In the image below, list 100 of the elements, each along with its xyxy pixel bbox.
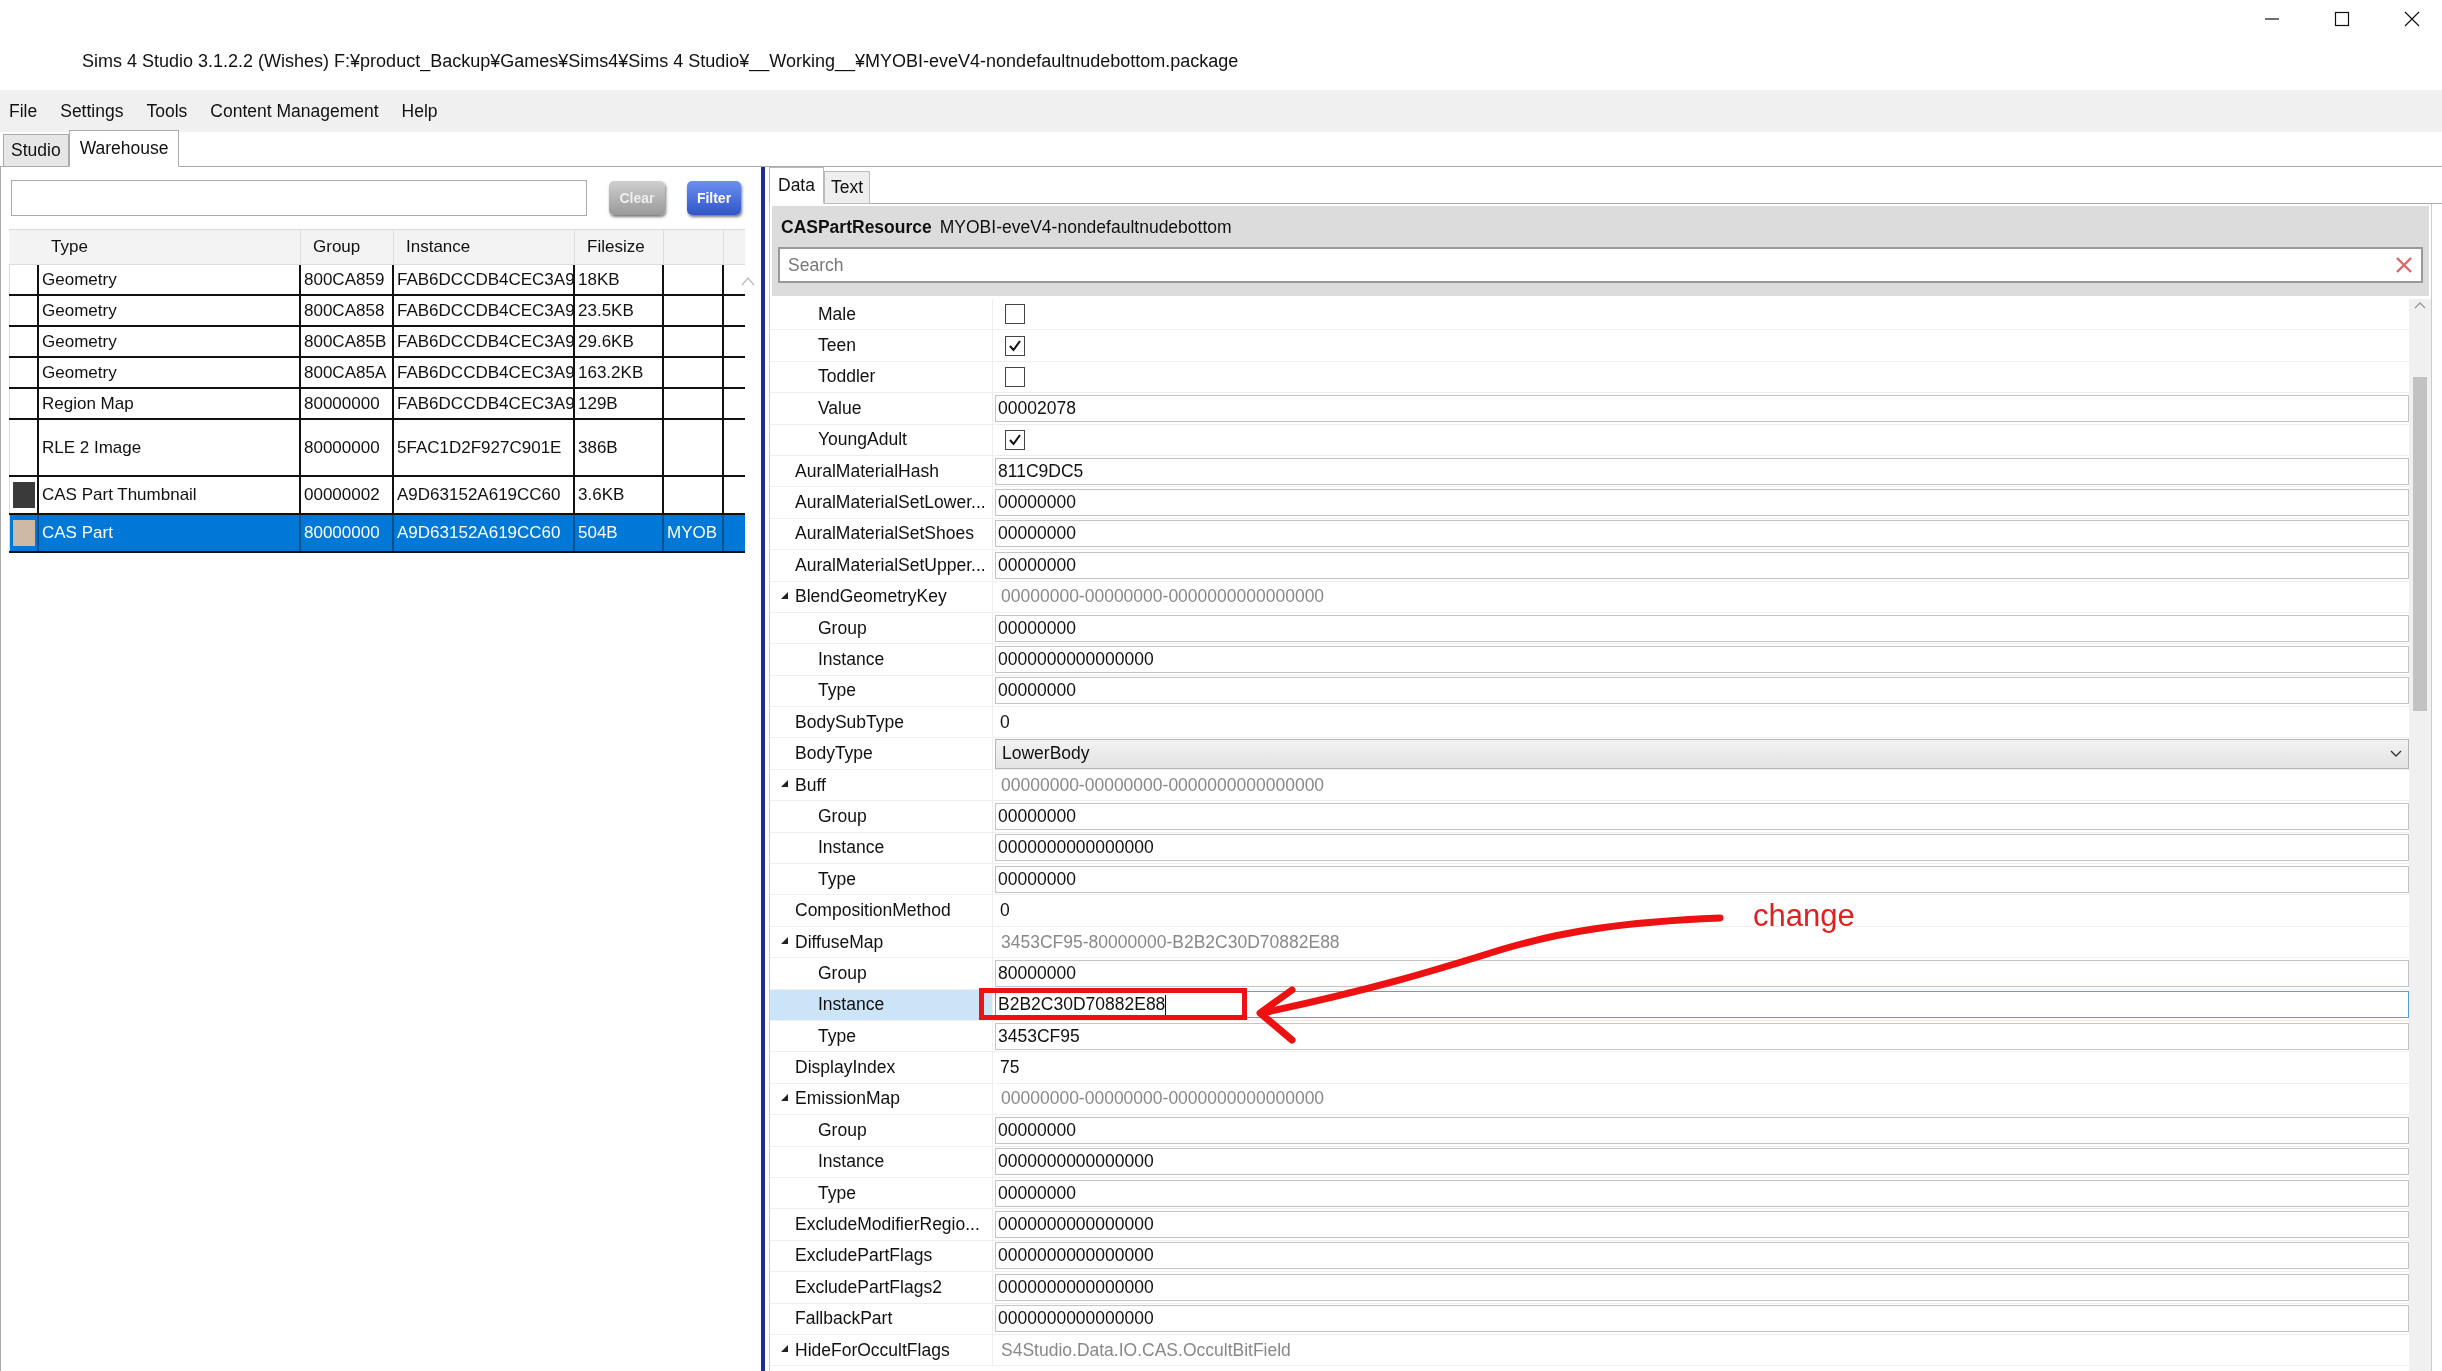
property-name[interactable]: EmissionMap [770, 1083, 993, 1115]
value-field[interactable]: 00000000 [995, 520, 2409, 548]
property-name[interactable]: Value [770, 393, 993, 424]
tab[interactable]: Studio [3, 134, 69, 167]
value-field[interactable]: 00000000 [995, 677, 2409, 705]
property-name[interactable]: AuralMaterialHash [770, 455, 993, 487]
property-name[interactable]: CompositionMethod [770, 895, 993, 926]
property-name[interactable]: HideForOccultFlags [770, 1334, 993, 1366]
property-name[interactable]: Teen [770, 330, 993, 361]
value-field[interactable]: 0000000000000000 [995, 1148, 2409, 1176]
property-name[interactable]: Type [770, 1177, 993, 1209]
property-value: 00000000-00000000-0000000000000000 [1000, 1088, 1325, 1110]
maximize-icon[interactable] [2334, 11, 2350, 27]
property-name[interactable]: Type [770, 864, 993, 895]
menu-item[interactable]: File [8, 98, 39, 124]
tab[interactable]: Data [769, 167, 824, 204]
table-row[interactable]: CAS Part 80000000 A9D63152A619CC60 504B MYOB [9, 515, 745, 553]
value-field[interactable]: 00002078 [995, 394, 2409, 422]
property-name[interactable]: Toddler [770, 361, 993, 393]
tab[interactable]: Warehouse [68, 130, 180, 167]
property-name[interactable]: Instance [770, 644, 993, 675]
property-name[interactable]: FallbackPart [770, 1303, 993, 1334]
property-name[interactable]: DisplayIndex [770, 1052, 993, 1083]
value-field[interactable]: 0000000000000000 [995, 1242, 2409, 1270]
table-row[interactable]: Region Map 80000000 FAB6DCCDB4CEC3A9 129B [9, 389, 745, 420]
value-field[interactable]: 00000000 [995, 614, 2409, 642]
close-icon[interactable] [2404, 11, 2420, 27]
property-name[interactable]: Type [770, 1021, 993, 1052]
table-row[interactable]: Geometry 800CA858 FAB6DCCDB4CEC3A9 23.5KB [9, 296, 745, 327]
filter-field[interactable] [11, 180, 587, 216]
value-field[interactable]: 3453CF95 [995, 1022, 2409, 1050]
property-name[interactable]: DiffuseMap [770, 926, 993, 958]
value-field[interactable]: 00000000 [995, 1116, 2409, 1144]
value-field[interactable]: 00000000 [995, 802, 2409, 830]
dropdown[interactable]: LowerBody [995, 738, 2409, 769]
property-name[interactable]: Instance [770, 989, 993, 1020]
value-field[interactable]: B2B2C30D70882E88 [995, 991, 2409, 1019]
table-cell: Geometry [39, 327, 301, 356]
tab[interactable]: Text [823, 171, 871, 204]
value-field[interactable]: 00000000 [995, 489, 2409, 517]
table-row[interactable]: RLE 2 Image 80000000 5FAC1D2F927C901E 386B [9, 420, 745, 477]
property-name[interactable]: BodySubType [770, 707, 993, 738]
search-field[interactable]: Search [778, 247, 2423, 283]
expander-icon[interactable] [780, 1092, 789, 1102]
table-row[interactable]: Geometry 800CA85A FAB6DCCDB4CEC3A9 163.2KB [9, 358, 745, 389]
menu-item[interactable]: Help [400, 98, 439, 124]
value-field[interactable]: 00000000 [995, 551, 2409, 579]
property-name[interactable]: Instance [770, 1146, 993, 1177]
table-row[interactable]: Geometry 800CA859 FAB6DCCDB4CEC3A9 18KB [9, 265, 745, 296]
property-name[interactable]: ExcludePartFlags [770, 1240, 993, 1272]
filter-button[interactable]: Filter [687, 181, 741, 215]
table-cell: Geometry [39, 296, 301, 325]
window-title: Sims 4 Studio 3.1.2.2 (Wishes) F:¥product_Backup¥Games¥Sims4¥Sims 4 Studio¥__Working__¥MYOBI-eveV4-nondefaultnudebottom.package [81, 50, 1239, 74]
menu-item[interactable]: Content Management [209, 98, 380, 124]
property-name[interactable]: AuralMaterialSetShoes [770, 518, 993, 550]
clear-search-icon[interactable] [2395, 256, 2413, 274]
value-field[interactable]: 80000000 [995, 959, 2409, 987]
scrollbar[interactable] [2409, 299, 2431, 1371]
column-header[interactable]: Filesize [575, 230, 664, 264]
table-cell: 29.6KB [575, 327, 664, 356]
property-name[interactable]: BlendGeometryKey [770, 581, 993, 612]
column-header[interactable]: Instance [394, 230, 575, 264]
property-name[interactable]: Group [770, 958, 993, 989]
property-name[interactable]: Group [770, 612, 993, 644]
value-field[interactable]: 0000000000000000 [995, 834, 2409, 862]
property-name[interactable]: Buff [770, 769, 993, 801]
checkbox[interactable] [1005, 366, 1025, 387]
table-row[interactable]: Geometry 800CA85B FAB6DCCDB4CEC3A9 29.6KB [9, 327, 745, 358]
property-name[interactable]: Type [770, 675, 993, 707]
table-cell: A9D63152A619CC60 [394, 477, 575, 513]
expander-icon[interactable] [780, 1343, 789, 1353]
value-field[interactable]: 0000000000000000 [995, 646, 2409, 673]
property-name[interactable]: Group [770, 1115, 993, 1146]
property-name[interactable]: BodyType [770, 738, 993, 769]
value-field[interactable]: 00000000 [995, 1179, 2409, 1207]
property-name[interactable]: AuralMaterialSetLower... [770, 487, 993, 518]
expander-icon[interactable] [780, 590, 789, 600]
checkbox[interactable] [1005, 304, 1025, 325]
property-name[interactable]: ExcludePartFlags2 [770, 1272, 993, 1303]
value-field[interactable]: 0000000000000000 [995, 1273, 2409, 1301]
expander-icon[interactable] [780, 778, 789, 788]
value-field[interactable]: 0000000000000000 [995, 1211, 2409, 1238]
resource-name: MYOBI-eveV4-nondefaultnudebottom [939, 217, 1232, 238]
value-field[interactable]: 00000000 [995, 865, 2409, 893]
scroll-thumb[interactable] [2413, 377, 2427, 711]
expander-icon[interactable] [780, 935, 789, 945]
column-header[interactable]: Type [39, 230, 301, 264]
value-field[interactable]: 811C9DC5 [995, 457, 2409, 485]
checkbox[interactable] [1005, 335, 1025, 356]
column-header[interactable]: Group [301, 230, 394, 264]
menu-item[interactable]: Tools [145, 98, 189, 124]
property-name[interactable]: AuralMaterialSetUpper... [770, 550, 993, 581]
property-name[interactable]: Male [770, 299, 993, 330]
property-name[interactable]: Instance [770, 832, 993, 864]
property-name[interactable]: Group [770, 801, 993, 832]
property-name[interactable]: YoungAdult [770, 424, 993, 455]
checkbox[interactable] [1005, 429, 1025, 450]
value-field[interactable]: 0000000000000000 [995, 1305, 2409, 1333]
property-name[interactable]: ExcludeModifierRegio... [770, 1209, 993, 1240]
menu-item[interactable]: Settings [59, 98, 125, 124]
